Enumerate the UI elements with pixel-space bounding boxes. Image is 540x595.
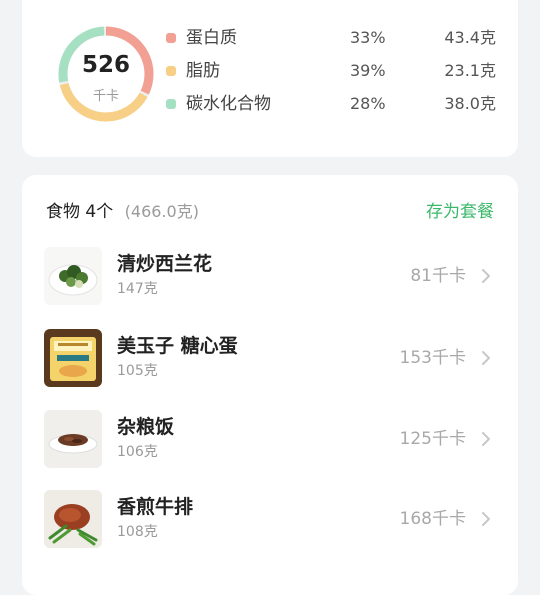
calorie-total: 526 千卡: [58, 26, 154, 122]
fat-color-dot: [166, 66, 176, 76]
food-count: 4个: [85, 202, 114, 222]
food-thumbnail: [44, 410, 102, 468]
food-list-header: 食物 4个 (466.0克) 存为套餐: [46, 199, 494, 225]
nutrition-summary-card: 526 千卡 蛋白质 33% 43.4克 脂肪 39% 23.1克 碳水化合物 …: [22, 0, 518, 157]
macro-percent: 33%: [350, 28, 386, 47]
food-calories: 153千卡: [399, 348, 466, 368]
macro-amount: 43.4克: [444, 28, 496, 47]
food-calories: 125千卡: [399, 429, 466, 449]
food-weight: 108克: [117, 524, 158, 540]
food-title-label: 食物: [46, 202, 80, 222]
food-item-rice[interactable]: 杂粮饭 106克 125千卡: [44, 410, 492, 474]
macro-name: 碳水化合物: [186, 94, 271, 114]
chevron-right-icon: [482, 351, 490, 365]
broccoli-image: [44, 247, 102, 305]
food-name: 清炒西兰花: [117, 253, 213, 275]
food-name: 杂粮饭: [117, 416, 175, 438]
food-name: 美玉子 糖心蛋: [117, 335, 238, 357]
protein-color-dot: [166, 33, 176, 43]
macro-percent: 28%: [350, 94, 386, 113]
food-thumbnail: [44, 329, 102, 387]
macro-name: 脂肪: [186, 61, 220, 81]
food-item-broccoli[interactable]: 清炒西兰花 147克 81千卡: [44, 247, 492, 311]
food-total-weight: (466.0克): [124, 202, 199, 221]
food-weight: 147克: [117, 281, 158, 297]
macro-name: 蛋白质: [186, 28, 237, 48]
calorie-unit: 千卡: [92, 89, 119, 104]
macro-amount: 23.1克: [444, 61, 496, 80]
food-thumbnail: [44, 490, 102, 548]
food-list-card: 食物 4个 (466.0克) 存为套餐 清炒西兰花 147克 81千卡 美玉子 …: [22, 175, 518, 595]
food-item-egg[interactable]: 美玉子 糖心蛋 105克 153千卡: [44, 329, 492, 393]
food-name: 香煎牛排: [117, 496, 194, 518]
steak-image: [44, 490, 102, 548]
chevron-right-icon: [482, 269, 490, 283]
chevron-right-icon: [482, 432, 490, 446]
macro-row-carbs: 碳水化合物 28% 38.0克: [166, 92, 496, 116]
food-calories: 168千卡: [399, 509, 466, 529]
calorie-value: 526: [81, 52, 130, 78]
macro-row-protein: 蛋白质 33% 43.4克: [166, 26, 496, 50]
macro-percent: 39%: [350, 61, 386, 80]
food-weight: 106克: [117, 444, 158, 460]
carbs-color-dot: [166, 99, 176, 109]
food-list-title: 食物 4个 (466.0克): [46, 199, 199, 225]
egg-package-image: [44, 329, 102, 387]
food-item-steak[interactable]: 香煎牛排 108克 168千卡: [44, 490, 492, 554]
chevron-right-icon: [482, 512, 490, 526]
food-thumbnail: [44, 247, 102, 305]
food-calories: 81千卡: [410, 266, 466, 286]
macro-amount: 38.0克: [444, 94, 496, 113]
food-weight: 105克: [117, 363, 158, 379]
macro-row-fat: 脂肪 39% 23.1克: [166, 59, 496, 83]
rice-image: [44, 410, 102, 468]
save-as-meal-button[interactable]: 存为套餐: [426, 199, 494, 225]
